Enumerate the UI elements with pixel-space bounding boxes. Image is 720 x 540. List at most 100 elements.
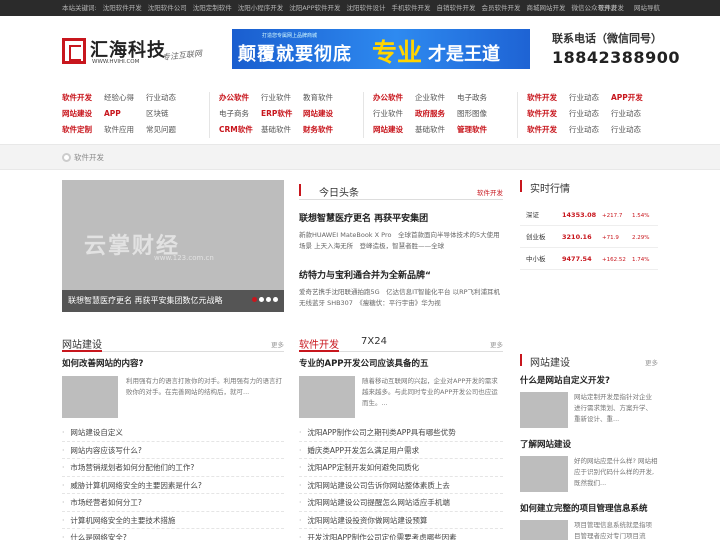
nav-link[interactable]: 基础软件 <box>415 122 457 138</box>
top-right-link[interactable]: 软件开发 <box>598 4 624 12</box>
headline-title[interactable]: 纺特力与宝利通合并为全新品牌“ <box>299 268 505 281</box>
nav-link[interactable]: 企业软件 <box>415 90 457 106</box>
software-title[interactable]: 软件开发 <box>299 336 339 351</box>
keyword-link[interactable]: 商城网站开发 <box>527 4 566 12</box>
today-more-link[interactable]: 软件开发 <box>477 187 503 197</box>
website-feature-thumbnail[interactable] <box>62 376 118 418</box>
top-right-link[interactable]: 网站导航 <box>634 4 660 12</box>
nav-link[interactable]: 行业软件 <box>261 90 303 106</box>
site-logo[interactable]: 汇海科技 WWW.HVIHI.COM 专注互联网 <box>62 36 232 76</box>
nav-link[interactable]: 办公软件 <box>219 90 261 106</box>
list-item[interactable]: 市场经营者如何分工? <box>62 494 284 512</box>
keyword-link[interactable]: 沈阳小程序开发 <box>238 4 284 12</box>
nav-link[interactable]: 图形图像 <box>457 106 499 122</box>
sidebar-entry-title[interactable]: 什么是网站自定义开发? <box>520 374 610 386</box>
software-tab-7x24[interactable]: 7X24 <box>361 336 387 347</box>
slider-dot[interactable] <box>273 297 278 302</box>
nav-link[interactable]: 软件开发 <box>527 122 569 138</box>
list-item[interactable]: 计算机网络安全的主要技术措施 <box>62 512 284 529</box>
sidebar-entry-thumbnail[interactable] <box>520 520 568 540</box>
market-row[interactable]: 创业板 3210.16 +71.9 2.29% <box>520 226 658 248</box>
list-item[interactable]: 网站内容应该写什么? <box>62 442 284 459</box>
slider-dots[interactable] <box>250 295 278 304</box>
keyword-link[interactable]: 沈阳定制软件 <box>193 4 232 12</box>
website-feature-title[interactable]: 如何改善网站的内容? <box>62 357 143 369</box>
breadcrumb-current[interactable]: 软件开发 <box>74 152 104 163</box>
list-item[interactable]: 威胁计算机网络安全的主要因素是什么? <box>62 477 284 494</box>
nav-link[interactable]: 教育软件 <box>303 90 345 106</box>
nav-link[interactable]: 行业软件 <box>373 106 415 122</box>
sidebar-entry-title[interactable]: 了解网站建设 <box>520 438 571 450</box>
nav-link[interactable]: APP开发 <box>611 90 653 106</box>
software-more-link[interactable]: 更多 <box>490 339 503 349</box>
nav-link[interactable]: 网站建设 <box>373 122 415 138</box>
keyword-link[interactable]: 沈阳软件设计 <box>347 4 386 12</box>
list-item[interactable]: 开发沈阳APP制作公司定价需要考虑哪些因素 <box>299 529 503 540</box>
nav-link[interactable]: CRM软件 <box>219 122 261 138</box>
nav-link[interactable]: APP <box>104 106 146 122</box>
market-row[interactable]: 中小板 9477.54 +162.52 1.74% <box>520 248 658 270</box>
list-item[interactable]: 沈阳网站建设公司告诉你网站整体素质上去 <box>299 477 503 494</box>
list-item[interactable]: 什么是网络安全? <box>62 529 284 540</box>
sidebar-website-more[interactable]: 更多 <box>645 357 658 367</box>
keyword-link[interactable]: 沈阳APP软件开发 <box>289 4 340 12</box>
nav-link[interactable]: 电子商务 <box>219 106 261 122</box>
list-item[interactable]: 沈阳APP定制开发如何避免同质化 <box>299 459 503 477</box>
home-icon[interactable] <box>62 153 71 162</box>
headline-item[interactable]: 纺特力与宝利通合并为全新品牌“ 爱奇艺携手沈阳联通拍跑5G 亿达信息IT智能化平… <box>299 268 505 309</box>
nav-link[interactable]: 行业动态 <box>569 122 611 138</box>
nav-link[interactable]: 行业动态 <box>611 106 653 122</box>
news-slider[interactable]: 云掌财经 www.123.com.cn 联想智慧医疗更名 再获平安集团数亿元战略 <box>62 180 284 312</box>
nav-link[interactable]: 办公软件 <box>373 90 415 106</box>
header-banner[interactable]: 打造您专属网上品牌商城 颠覆就要彻底 专业 才是王道 <box>232 29 530 69</box>
nav-row: 软件开发 行业动态 APP开发 <box>527 90 677 106</box>
headline-title[interactable]: 联想智慧医疗更名 再获平安集团 <box>299 211 505 224</box>
market-pct: 1.54% <box>632 213 650 219</box>
software-feature-thumbnail[interactable] <box>299 376 355 418</box>
slider-dot[interactable] <box>259 297 264 302</box>
nav-link[interactable]: 软件开发 <box>527 106 569 122</box>
keyword-link[interactable]: 会员软件开发 <box>482 4 521 12</box>
software-feature-title[interactable]: 专业的APP开发公司应该具备的五 <box>299 357 429 369</box>
nav-link[interactable]: ERP软件 <box>261 106 303 122</box>
nav-link[interactable]: 电子政务 <box>457 90 499 106</box>
nav-link[interactable]: 软件定制 <box>62 122 104 138</box>
keyword-link[interactable]: 手机软件开发 <box>392 4 431 12</box>
market-row[interactable]: 深证 14353.08 +217.7 1.54% <box>520 204 658 226</box>
sidebar-website-title: 网站建设 <box>530 358 570 369</box>
nav-link[interactable]: 网站建设 <box>62 106 104 122</box>
headline-item[interactable]: 联想智慧医疗更名 再获平安集团 新款HUAWEI MateBook X Pro … <box>299 211 505 252</box>
website-more-link[interactable]: 更多 <box>271 339 284 349</box>
nav-link[interactable]: 网站建设 <box>303 106 345 122</box>
list-item[interactable]: 沈阳APP制作公司之期刊类APP具有哪些优势 <box>299 424 503 442</box>
nav-link[interactable]: 区块链 <box>146 106 188 122</box>
keyword-link[interactable]: 自销软件开发 <box>437 4 476 12</box>
nav-link[interactable]: 管理软件 <box>457 122 499 138</box>
nav-link[interactable]: 行业动态 <box>611 122 653 138</box>
keyword-link[interactable]: 沈阳软件公司 <box>148 4 187 12</box>
nav-link[interactable]: 财务软件 <box>303 122 345 138</box>
nav-link[interactable]: 基础软件 <box>261 122 303 138</box>
sidebar-entry-thumbnail[interactable] <box>520 456 568 492</box>
list-item[interactable]: 沈阳网站建设公司提醒怎么网站适应手机端 <box>299 494 503 512</box>
slider-dot[interactable] <box>266 297 271 302</box>
sidebar-entry-thumbnail[interactable] <box>520 392 568 428</box>
nav-link[interactable]: 政府服务 <box>415 106 457 122</box>
nav-link[interactable]: 行业动态 <box>569 106 611 122</box>
nav-link[interactable]: 软件应用 <box>104 122 146 138</box>
section-bar <box>299 184 301 196</box>
nav-link[interactable]: 常见问题 <box>146 122 188 138</box>
nav-link[interactable]: 行业动态 <box>569 90 611 106</box>
list-item[interactable]: 网站建设自定义 <box>62 424 284 442</box>
sidebar-entry-title[interactable]: 如何建立完整的项目管理信息系统 <box>520 502 648 514</box>
nav-link[interactable]: 软件开发 <box>62 90 104 106</box>
slider-dot[interactable] <box>252 297 257 302</box>
nav-link[interactable]: 经验心得 <box>104 90 146 106</box>
contact-phone[interactable]: 18842388900 <box>552 48 679 67</box>
nav-link[interactable]: 行业动态 <box>146 90 188 106</box>
list-item[interactable]: 市场营销规划者如何分配他们的工作? <box>62 459 284 477</box>
list-item[interactable]: 沈阳网站建设投资你做网站建设预算 <box>299 512 503 529</box>
list-item[interactable]: 婚庆类APP开发怎么满足用户需求 <box>299 442 503 459</box>
keyword-link[interactable]: 沈阳软件开发 <box>103 4 142 12</box>
nav-link[interactable]: 软件开发 <box>527 90 569 106</box>
